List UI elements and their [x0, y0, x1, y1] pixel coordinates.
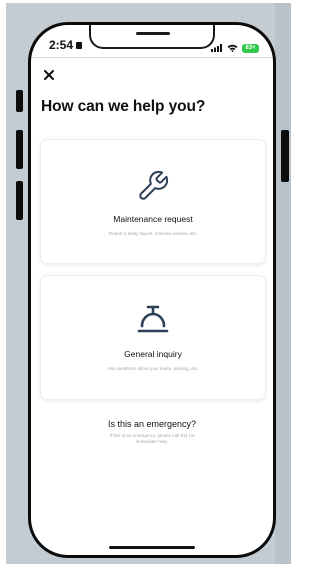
- battery-icon: 83+: [242, 43, 259, 53]
- emergency-heading: Is this an emergency?: [107, 419, 197, 429]
- status-icons: 83+: [211, 39, 259, 57]
- power-button: [281, 130, 289, 182]
- general-inquiry-card[interactable]: General inquiry Ask questions about your…: [41, 276, 265, 399]
- card-title: General inquiry: [124, 349, 182, 359]
- card-subtitle: Report a leaky faucet, cracked window, e…: [108, 231, 198, 236]
- card-title: Maintenance request: [113, 214, 193, 224]
- service-bell-icon: [136, 304, 170, 341]
- screen: 2:54 83+ How can we help you? Maintenanc…: [31, 25, 273, 555]
- lock-icon: [76, 42, 83, 49]
- page-title: How can we help you?: [41, 98, 206, 115]
- wrench-icon: [136, 169, 170, 208]
- phone-frame: 2:54 83+ How can we help you? Maintenanc…: [28, 22, 276, 558]
- wifi-icon: [227, 39, 238, 57]
- notch: [89, 25, 215, 49]
- maintenance-request-card[interactable]: Maintenance request Report a leaky fauce…: [41, 140, 265, 263]
- signal-icon: [211, 39, 223, 57]
- mute-switch: [16, 90, 23, 112]
- status-time: 2:54: [49, 38, 83, 52]
- close-button[interactable]: [41, 67, 57, 83]
- volume-down-button: [16, 181, 23, 220]
- card-subtitle: Ask questions about your lease, parking,…: [107, 366, 199, 371]
- background-strip: [275, 3, 291, 564]
- speaker-grille: [136, 32, 170, 35]
- home-indicator[interactable]: [109, 546, 195, 549]
- header-divider: [31, 57, 273, 58]
- volume-up-button: [16, 130, 23, 169]
- emergency-text: If this is an emergency, please call 911…: [31, 433, 273, 445]
- close-icon: [44, 70, 54, 80]
- emergency-text-line: immediate help.: [135, 439, 169, 444]
